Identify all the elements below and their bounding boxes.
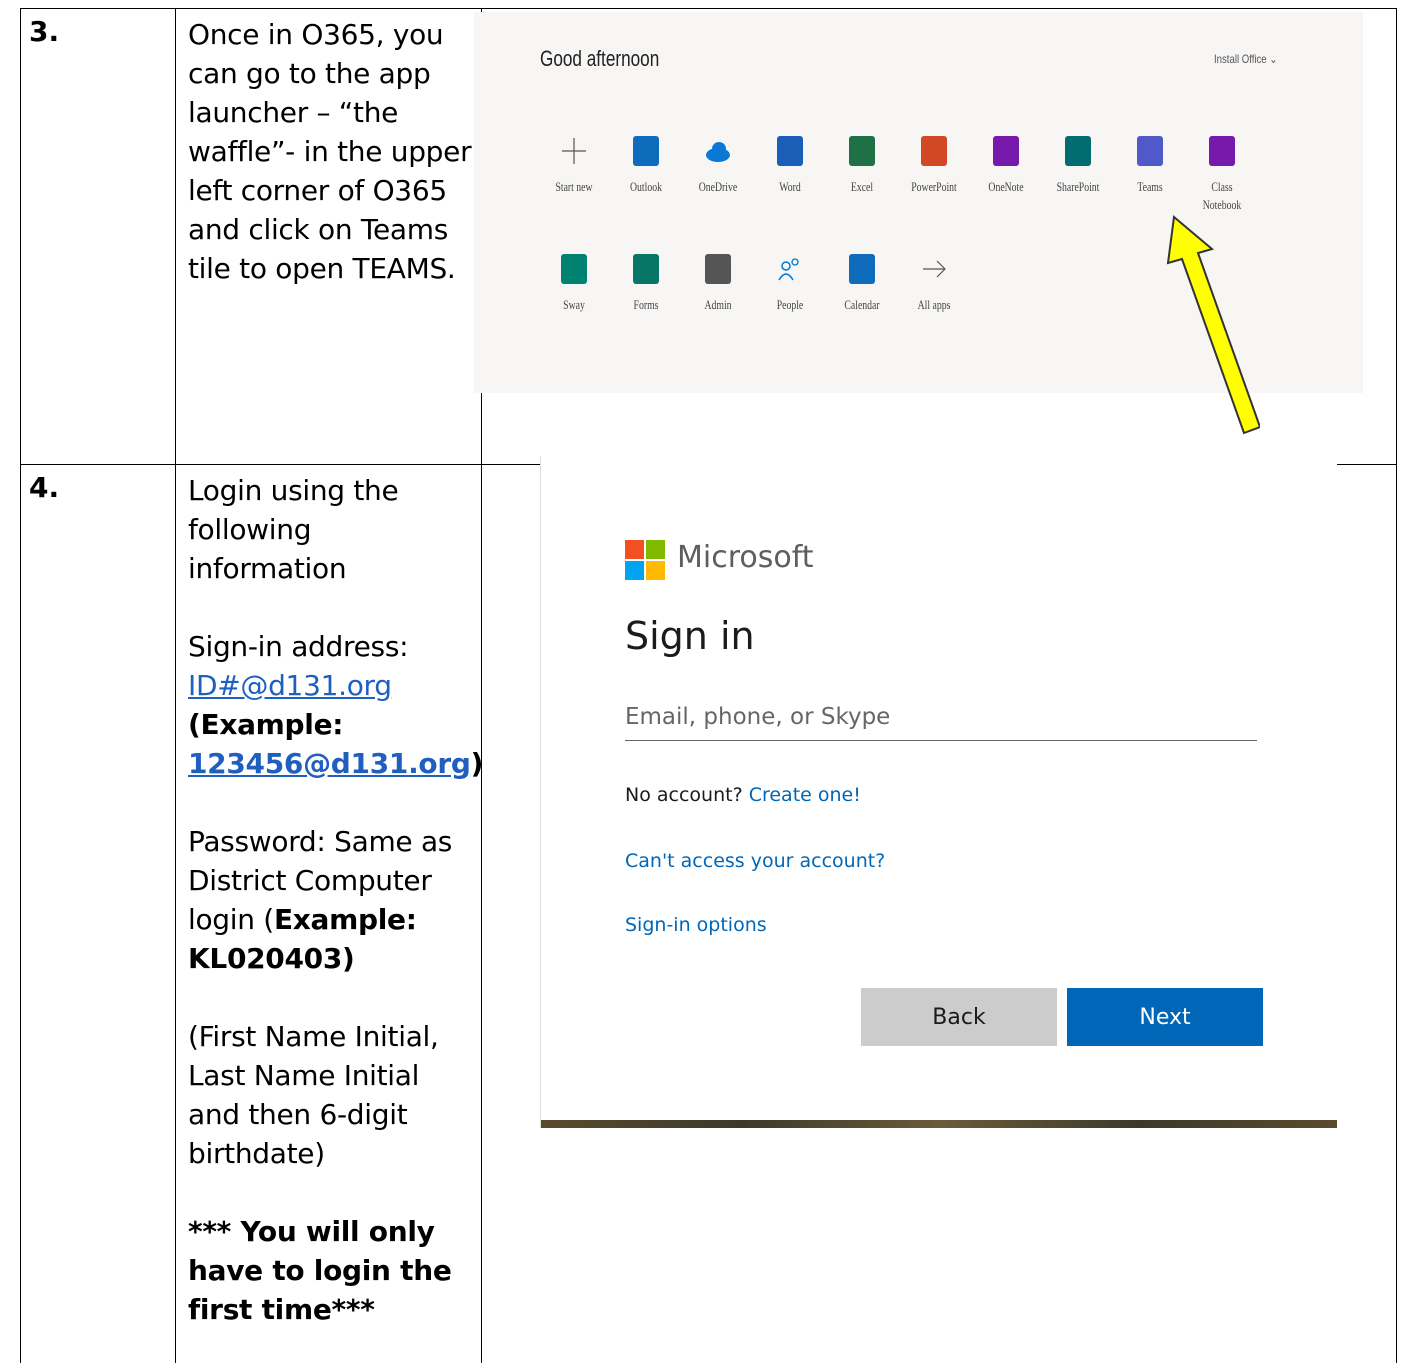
step-number-cell: 4. bbox=[20, 464, 175, 1363]
install-office-button[interactable]: Install Office ⌄ bbox=[1214, 52, 1277, 66]
app-label: Forms bbox=[633, 297, 659, 312]
step-number: 3. bbox=[29, 15, 60, 48]
step-3-text: Once in O365, you can go to the app laun… bbox=[188, 18, 472, 285]
app-tile-word[interactable]: Word bbox=[750, 136, 830, 196]
step-number-cell: 3. bbox=[20, 8, 175, 464]
sharepoint-icon bbox=[1065, 136, 1091, 166]
signin-address-label: Sign-in address: bbox=[188, 630, 409, 663]
app-tile-onenote[interactable]: OneNote bbox=[966, 136, 1046, 196]
app-tile-calendar[interactable]: Calendar bbox=[822, 254, 902, 314]
app-tile-all-apps[interactable]: All apps bbox=[894, 254, 974, 314]
step-instructions-cell: Login using the following information Si… bbox=[175, 464, 483, 1363]
word-icon bbox=[777, 136, 803, 166]
email-input[interactable] bbox=[625, 694, 1257, 741]
calendar-icon bbox=[849, 254, 875, 284]
app-label: SharePoint bbox=[1056, 179, 1100, 194]
app-tile-outlook[interactable]: Outlook bbox=[606, 136, 686, 196]
app-label: Excel bbox=[850, 179, 874, 194]
onedrive-icon bbox=[705, 136, 731, 166]
signin-options-link[interactable]: Sign-in options bbox=[625, 914, 767, 936]
step-4-text: Login using the following information Si… bbox=[188, 471, 483, 1329]
create-account-link[interactable]: Create one! bbox=[749, 784, 861, 806]
app-label: Teams bbox=[1137, 179, 1163, 194]
onenote-icon bbox=[993, 136, 1019, 166]
plus-icon bbox=[561, 136, 587, 166]
admin-icon bbox=[705, 254, 731, 284]
app-label: Word bbox=[779, 179, 801, 194]
outlook-icon bbox=[633, 136, 659, 166]
microsoft-signin-screenshot: Microsoft Sign in No account? Create one… bbox=[540, 456, 1337, 1128]
app-label: Calendar bbox=[844, 297, 880, 312]
app-tile-powerpoint[interactable]: PowerPoint bbox=[894, 136, 974, 196]
no-account-text: No account? Create one! bbox=[625, 784, 861, 806]
app-tile-people[interactable]: People bbox=[750, 254, 830, 314]
background-strip bbox=[541, 1120, 1337, 1128]
app-tile-excel[interactable]: Excel bbox=[822, 136, 902, 196]
class-notebook-icon bbox=[1209, 136, 1235, 166]
step-instructions-cell: Once in O365, you can go to the app laun… bbox=[175, 8, 481, 464]
people-icon bbox=[777, 254, 803, 284]
app-tile-class-notebook[interactable]: Class Notebook bbox=[1182, 136, 1262, 214]
app-tile-sharepoint[interactable]: SharePoint bbox=[1038, 136, 1118, 196]
login-intro: Login using the following information bbox=[188, 474, 399, 585]
back-button[interactable]: Back bbox=[861, 988, 1057, 1046]
microsoft-logo-icon bbox=[625, 540, 665, 580]
next-button[interactable]: Next bbox=[1067, 988, 1263, 1046]
app-tile-onedrive[interactable]: OneDrive bbox=[678, 136, 758, 196]
teams-icon bbox=[1137, 136, 1163, 166]
app-tile-teams[interactable]: Teams bbox=[1110, 136, 1190, 196]
app-tile-forms[interactable]: Forms bbox=[606, 254, 686, 314]
app-label: People bbox=[776, 297, 804, 312]
step-number: 4. bbox=[29, 471, 60, 504]
app-label: Admin bbox=[704, 297, 732, 312]
yellow-arrow-icon bbox=[1166, 215, 1260, 435]
arrow-right-icon bbox=[921, 254, 947, 284]
cant-access-link[interactable]: Can't access your account? bbox=[625, 850, 885, 872]
app-tile-sway[interactable]: Sway bbox=[534, 254, 614, 314]
sway-icon bbox=[561, 254, 587, 284]
excel-icon bbox=[849, 136, 875, 166]
app-label: Class Notebook bbox=[1202, 179, 1242, 212]
example-prefix: (Example: bbox=[188, 708, 344, 741]
app-tile-admin[interactable]: Admin bbox=[678, 254, 758, 314]
app-label: Start new bbox=[555, 179, 593, 194]
greeting: Good afternoon bbox=[540, 46, 660, 71]
app-label: OneDrive bbox=[698, 179, 738, 194]
signin-title: Sign in bbox=[625, 614, 755, 658]
login-once-note: *** You will only have to login the firs… bbox=[188, 1215, 452, 1326]
app-label: PowerPoint bbox=[911, 179, 957, 194]
forms-icon bbox=[633, 254, 659, 284]
app-label: OneNote bbox=[988, 179, 1024, 194]
microsoft-brand: Microsoft bbox=[677, 540, 814, 575]
app-label: Outlook bbox=[630, 179, 662, 194]
powerpoint-icon bbox=[921, 136, 947, 166]
format-note: (First Name Initial, Last Name Initial a… bbox=[188, 1020, 439, 1170]
signin-address-link[interactable]: ID#@d131.org bbox=[188, 669, 392, 702]
example-email-link[interactable]: 123456@d131.org bbox=[188, 747, 471, 780]
app-label: Sway bbox=[563, 297, 585, 312]
app-tile-start-new[interactable]: Start new bbox=[534, 136, 614, 196]
app-label: All apps bbox=[917, 297, 951, 312]
